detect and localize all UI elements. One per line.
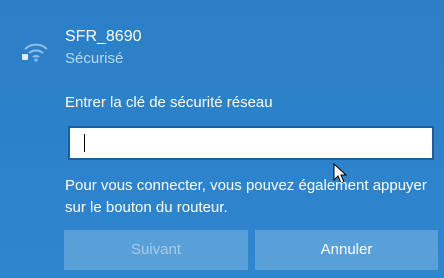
text-caret	[84, 134, 85, 152]
next-button[interactable]: Suivant	[64, 230, 248, 270]
security-key-input[interactable]	[68, 126, 434, 160]
router-button-hint: Pour vous connecter, vous pouvez égaleme…	[65, 177, 427, 216]
network-status: Sécurisé	[65, 50, 124, 67]
network-name: SFR_8690	[65, 28, 142, 45]
wifi-connect-panel: SFR_8690 Sécurisé Entrer la clé de sécur…	[0, 0, 444, 278]
security-key-label: Entrer la clé de sécurité réseau	[65, 94, 273, 111]
wifi-secured-icon	[22, 34, 50, 62]
cancel-button[interactable]: Annuler	[255, 230, 438, 270]
